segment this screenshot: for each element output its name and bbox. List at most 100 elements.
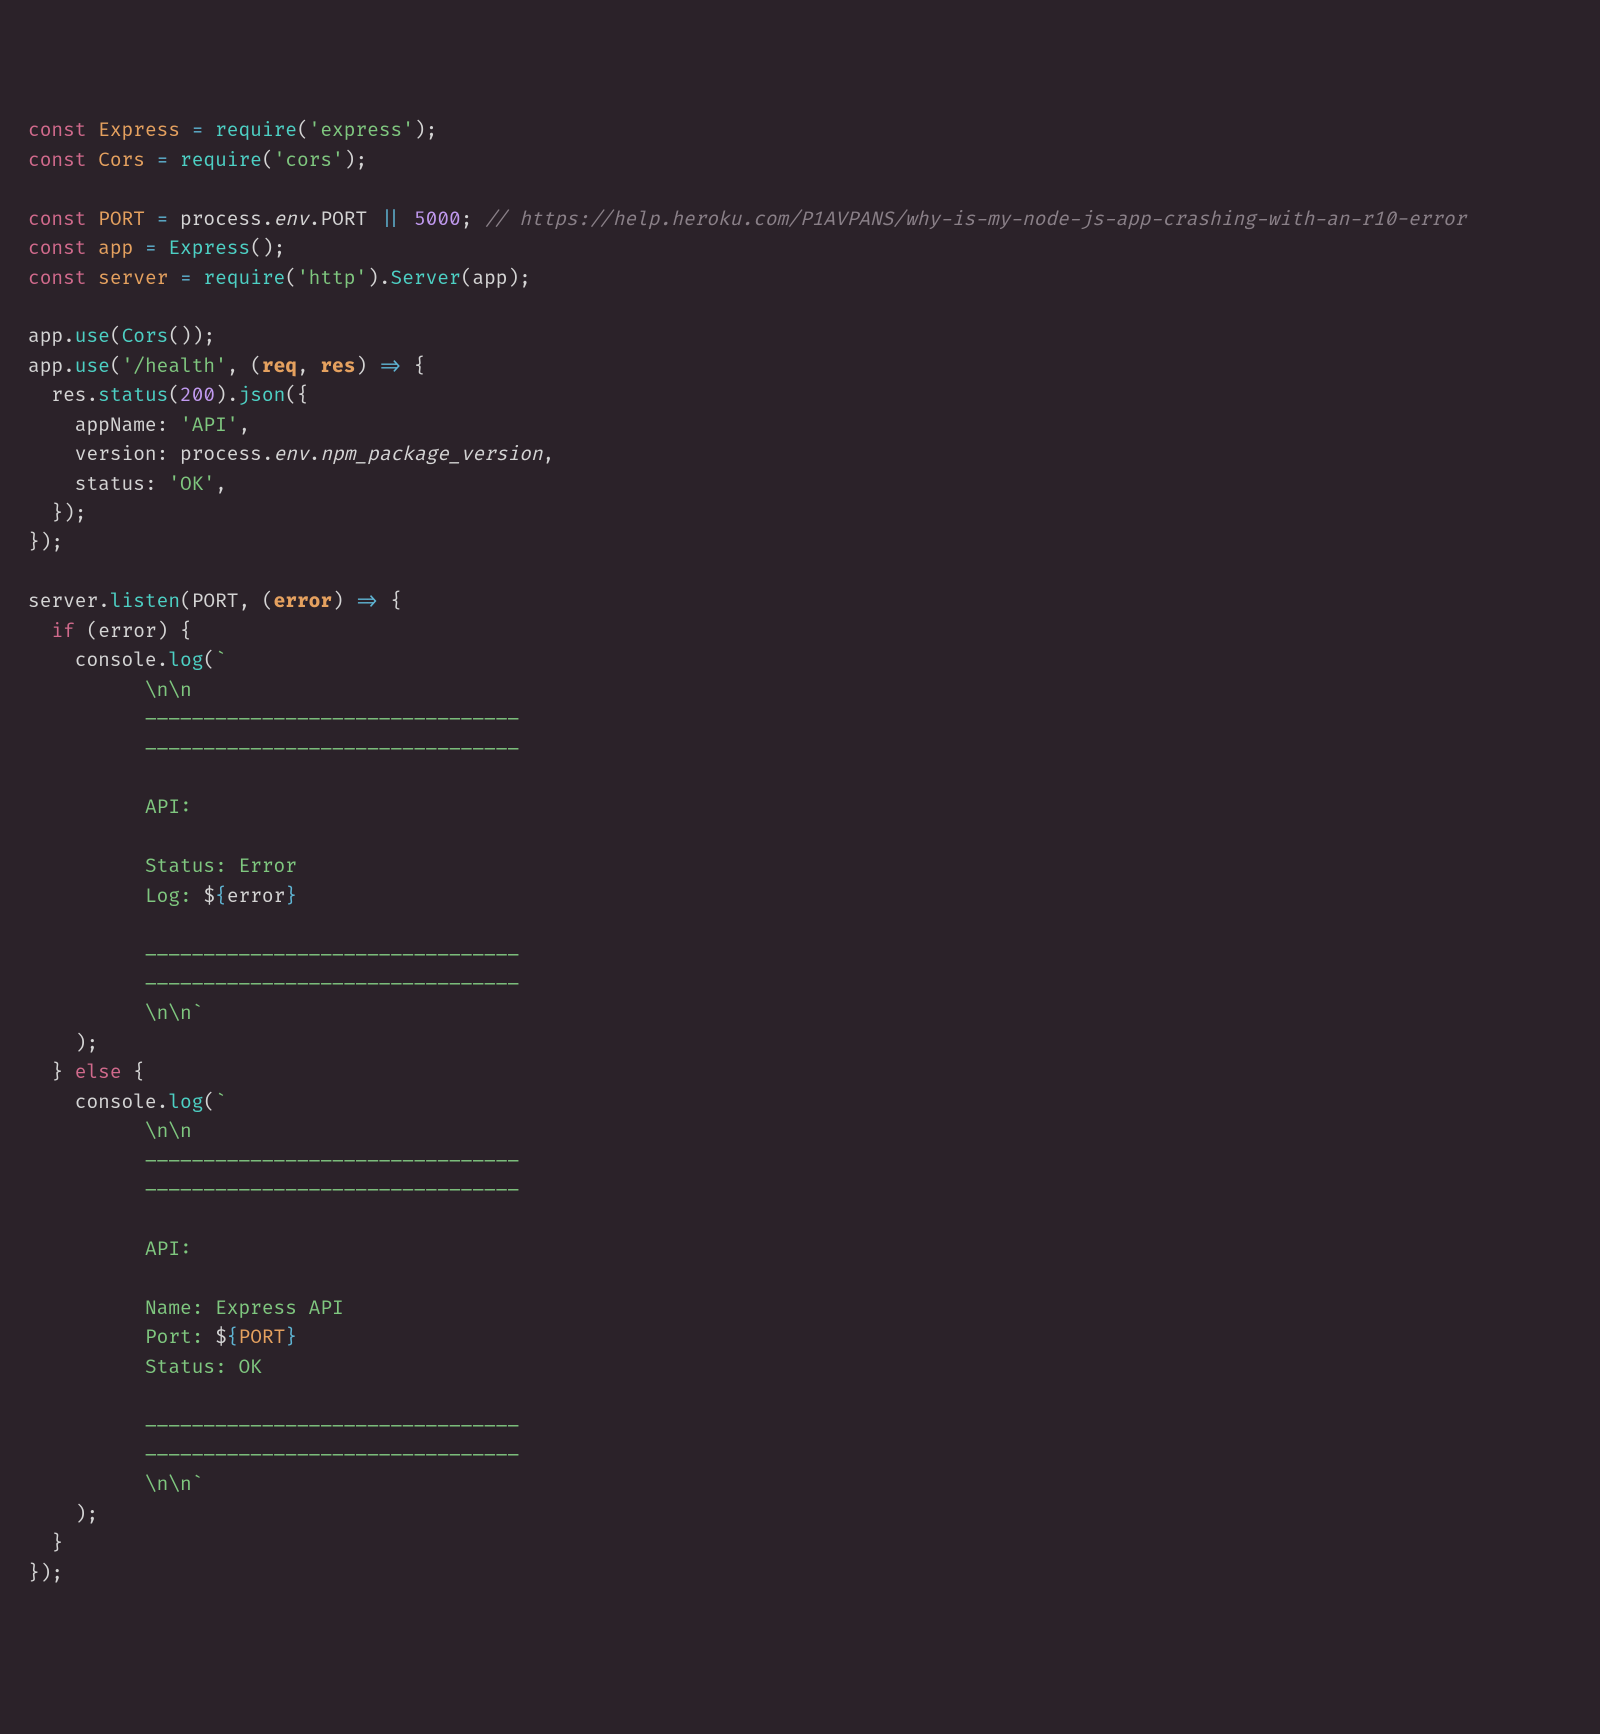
tmpl-text [28,1472,145,1496]
indent [28,1531,51,1555]
operator-eq: = [145,148,180,172]
identifier: Cors [98,148,145,172]
string: 'cors' [274,148,344,172]
dot: . [63,354,75,378]
tmpl-text [28,1355,145,1379]
prop-env: env [274,442,309,466]
line: Log: ${error} [28,884,297,908]
paren: ) [414,118,426,142]
tmpl-text [28,1443,145,1467]
operator-eq: = [168,266,203,290]
line: }); [28,530,63,554]
tmpl-text [28,1296,145,1320]
call-status: status [98,383,168,407]
indent [28,1502,75,1526]
tmpl-text: –––––––––––––––––––––––––––––––– [145,737,519,761]
paren: ) [332,589,344,613]
line: console.log(` [28,1090,227,1114]
prop-env: env [274,207,309,231]
dot: . [309,207,321,231]
paren: ) [344,148,356,172]
line: \n\n [28,1119,192,1143]
line: const server = require('http').Server(ap… [28,266,531,290]
paren: ( [262,589,274,613]
brace: } [51,1531,63,1555]
space [63,1060,75,1084]
semicolon: ; [274,236,286,260]
indent [28,648,75,672]
indent [28,413,75,437]
paren: ) [192,324,204,348]
comma: , [297,354,320,378]
line: }); [28,501,86,525]
space [122,1060,134,1084]
call: Express [168,236,250,260]
call: Server [391,266,461,290]
param: res [320,354,355,378]
semicolon: ; [426,118,438,142]
brace: { [297,383,309,407]
call-require: require [180,148,262,172]
line: server.listen(PORT, (error) => { [28,589,402,613]
indent [28,1060,51,1084]
tmpl-text: –––––––––––––––––––––––––––––––– [145,1149,519,1173]
tmpl-brace: } [285,884,297,908]
close: }); [28,530,63,554]
call-use: use [75,324,110,348]
line [28,1384,145,1408]
identifier: error [98,619,156,643]
param: error [274,589,332,613]
number: 200 [180,383,215,407]
key: status [75,472,145,496]
indent [28,501,51,525]
line: Port: ${PORT} [28,1325,297,1349]
call: Cors [122,324,169,348]
dot: . [262,442,274,466]
tmpl-brace: } [285,1325,297,1349]
line: \n\n` [28,1472,203,1496]
line: Status: Error [28,854,297,878]
line: }); [28,1561,63,1585]
identifier: app [28,354,63,378]
tmpl-text: \n\n [145,1472,192,1496]
tmpl-text: Log: [145,884,203,908]
line: if (error) { [28,619,192,643]
tmpl-dollar: $ [215,1325,227,1349]
paren: ( [110,354,122,378]
tmpl-text [28,1001,145,1025]
paren: ( [285,383,297,407]
line: Status: OK [28,1355,262,1379]
line: const PORT = process.env.PORT || 5000; /… [28,207,1466,231]
tmpl-text: –––––––––––––––––––––––––––––––– [145,707,519,731]
tmpl-brace: { [227,1325,239,1349]
backtick: ` [192,1472,204,1496]
tmpl-text: –––––––––––––––––––––––––––––––– [145,1178,519,1202]
identifier: PORT [98,207,145,231]
keyword-if: if [51,619,74,643]
indent [28,383,51,407]
tmpl-text: Name: Express API [145,1296,344,1320]
dot: . [309,442,321,466]
line: } [28,1531,63,1555]
backtick: ` [192,1001,204,1025]
paren: ( [262,148,274,172]
dot: . [98,589,110,613]
paren: () [168,324,191,348]
backtick: ` [215,648,227,672]
call-log: log [168,1090,203,1114]
paren: ) [507,266,519,290]
arrow: => [344,589,391,613]
tmpl-text [28,913,145,937]
brace: { [133,1060,145,1084]
line: app.use('/health', (req, res) => { [28,354,426,378]
paren: ( [285,266,297,290]
dot: . [157,1090,169,1114]
keyword-const: const [28,148,86,172]
dot: . [262,207,274,231]
tmpl-text: \n\n [145,678,192,702]
keyword-const: const [28,236,86,260]
line [28,825,145,849]
line: –––––––––––––––––––––––––––––––– [28,737,519,761]
paren: ( [203,648,215,672]
tmpl-text: Status: OK [145,1355,262,1379]
